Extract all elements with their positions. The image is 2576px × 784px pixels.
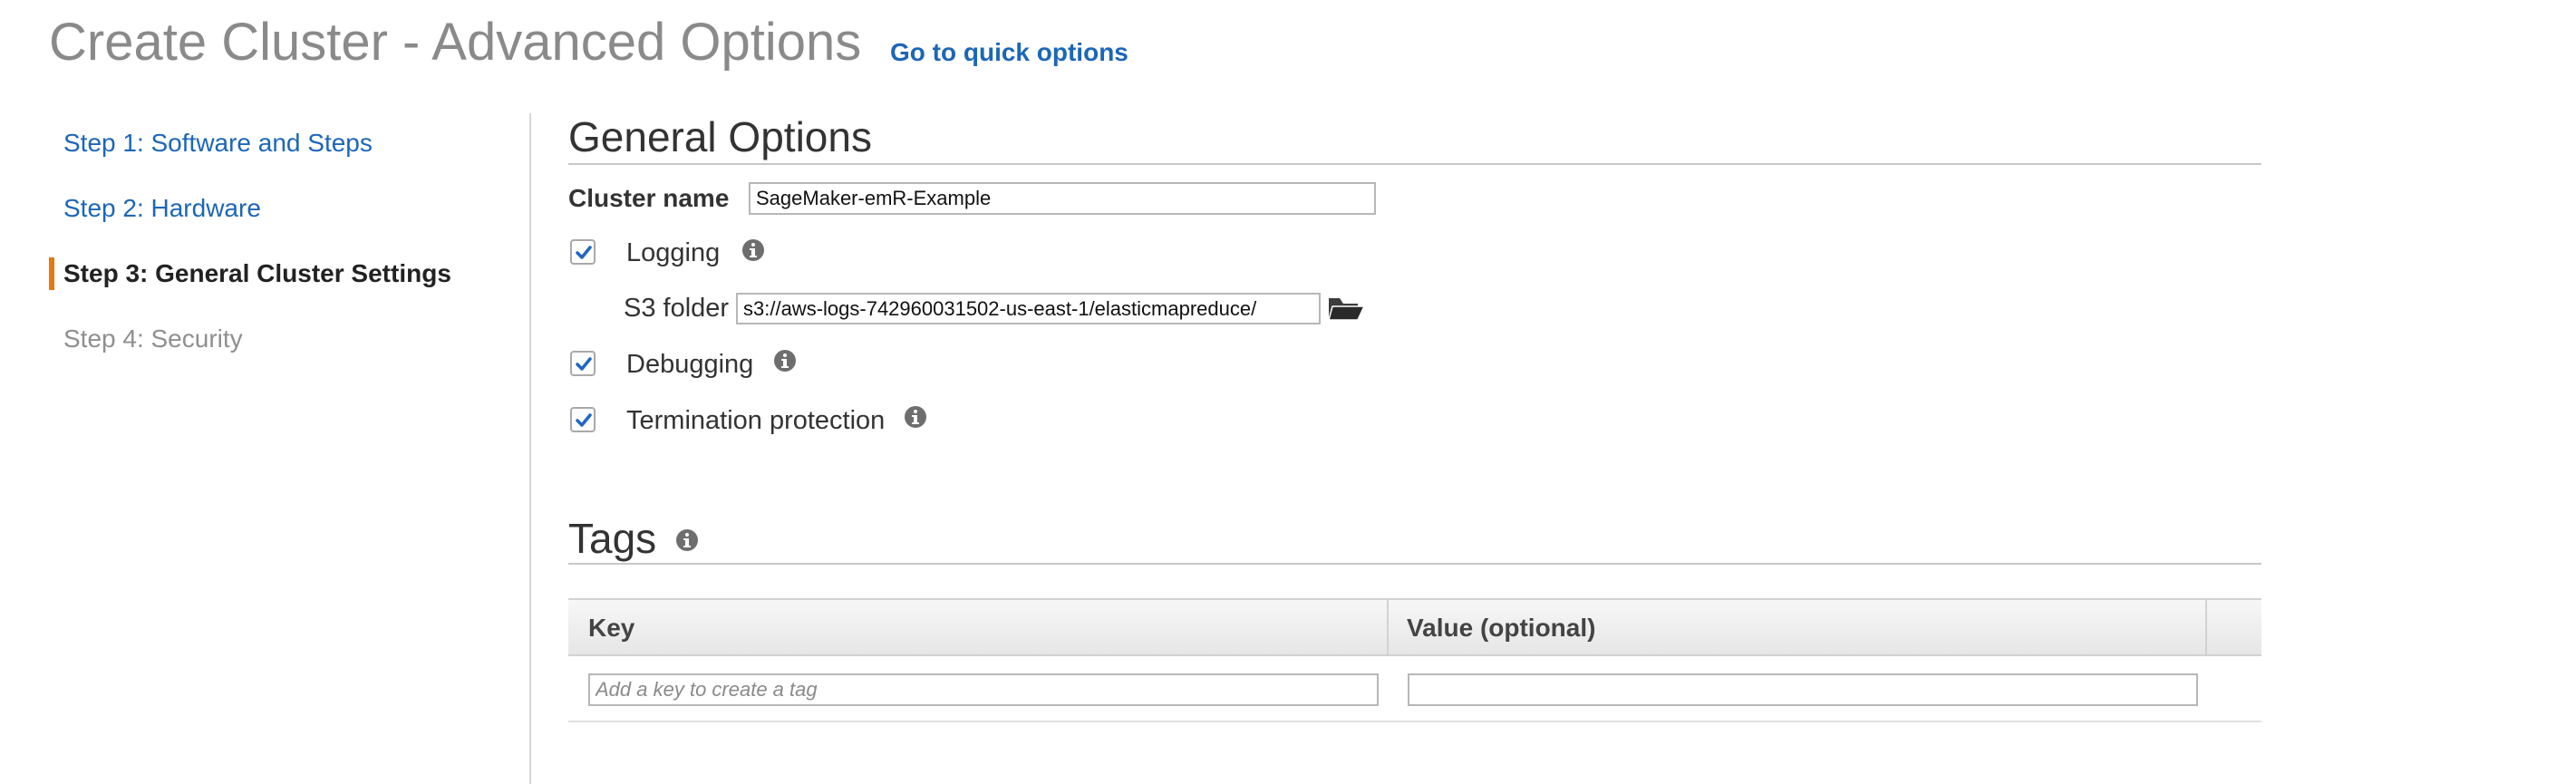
check-icon	[576, 357, 592, 371]
column-separator	[2205, 600, 2207, 654]
page-title: Create Cluster - Advanced Options	[49, 13, 862, 72]
sidebar-divider	[529, 113, 531, 784]
folder-open-icon[interactable]	[1327, 293, 1365, 324]
s3-folder-input[interactable]	[736, 293, 1321, 324]
tags-table-header: Key Value (optional)	[568, 598, 2261, 656]
info-icon[interactable]	[773, 349, 797, 373]
tags-row-divider	[568, 721, 2261, 722]
general-options-divider	[568, 163, 2261, 165]
termination-protection-checkbox[interactable]	[570, 407, 596, 432]
value-column-header: Value (optional)	[1407, 614, 1596, 642]
check-icon	[576, 246, 592, 259]
column-separator	[1387, 600, 1389, 654]
step-hardware[interactable]: Step 2: Hardware	[63, 192, 261, 225]
general-options-heading: General Options	[568, 113, 872, 160]
logging-label: Logging	[626, 238, 721, 267]
debugging-label: Debugging	[626, 350, 754, 379]
check-icon	[576, 413, 592, 427]
step-software-and-steps[interactable]: Step 1: Software and Steps	[63, 127, 373, 160]
step-general-cluster-settings[interactable]: Step 3: General Cluster Settings	[63, 257, 451, 290]
cluster-name-input[interactable]	[749, 182, 1376, 215]
active-step-indicator	[49, 257, 54, 290]
key-column-header: Key	[588, 614, 635, 642]
tag-key-input[interactable]	[588, 673, 1379, 706]
tags-heading: Tags	[568, 515, 657, 562]
step-security: Step 4: Security	[63, 324, 243, 353]
tag-value-input[interactable]	[1408, 673, 2198, 706]
info-icon[interactable]	[904, 405, 927, 429]
info-icon[interactable]	[741, 238, 765, 262]
cluster-name-label: Cluster name	[568, 184, 730, 212]
go-to-quick-options-link[interactable]: Go to quick options	[890, 36, 1128, 69]
info-icon[interactable]	[675, 528, 699, 552]
tags-divider	[568, 563, 2261, 565]
logging-checkbox[interactable]	[570, 239, 596, 265]
debugging-checkbox[interactable]	[570, 351, 596, 376]
s3-folder-label: S3 folder	[624, 294, 730, 323]
termination-protection-label: Termination protection	[626, 406, 886, 435]
